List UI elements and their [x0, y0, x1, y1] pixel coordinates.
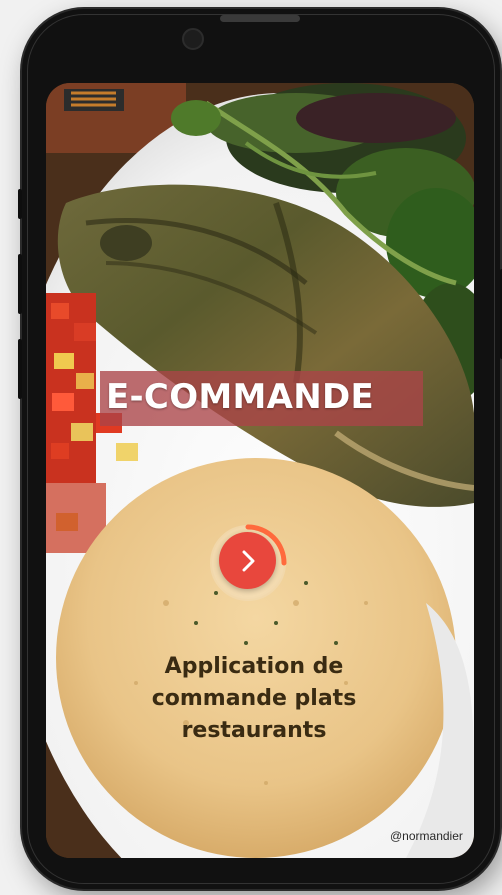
app-title: E-COMMANDE [106, 377, 375, 417]
speaker-grille [220, 15, 300, 22]
photo-credit: @normandier [390, 829, 463, 843]
app-subtitle: Application de commande plats restaurant… [151, 654, 357, 743]
mute-switch [18, 189, 22, 219]
volume-down-button [18, 339, 22, 399]
volume-up-button [18, 254, 22, 314]
phone-frame: E-COMMANDE Application de commande plats… [18, 9, 502, 889]
splash-screen: E-COMMANDE Application de commande plats… [46, 83, 474, 858]
chevron-right-icon [242, 550, 255, 572]
start-button[interactable] [219, 532, 276, 589]
front-camera [182, 28, 204, 50]
